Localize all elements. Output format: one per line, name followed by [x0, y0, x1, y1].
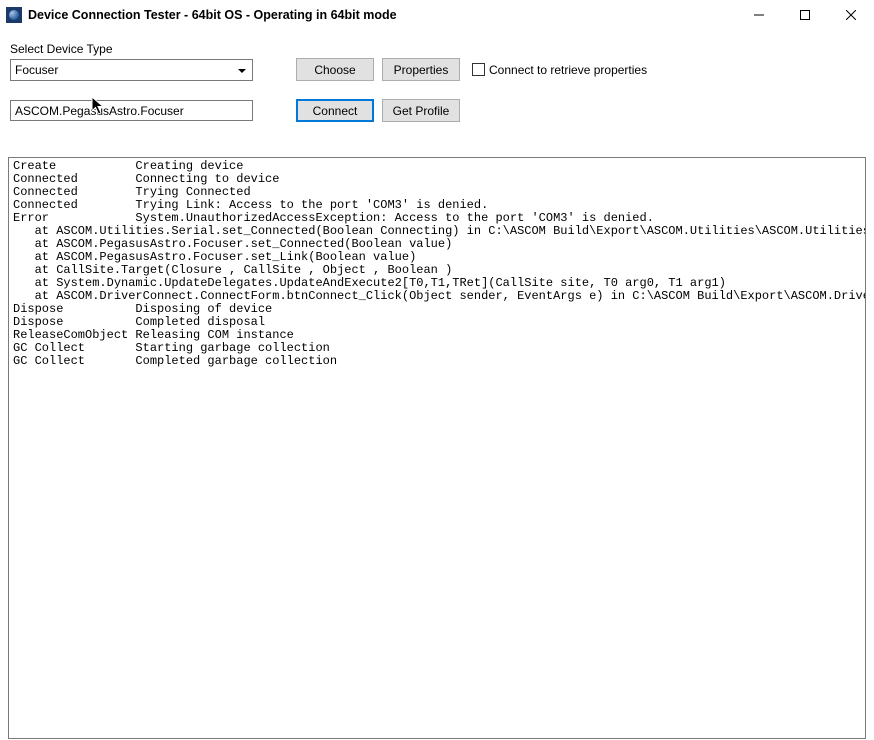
- app-icon: [6, 7, 22, 23]
- retrieve-checkbox-wrap[interactable]: Connect to retrieve properties: [472, 63, 647, 77]
- get-profile-button[interactable]: Get Profile: [382, 99, 460, 122]
- minimize-button[interactable]: [736, 0, 782, 30]
- maximize-button[interactable]: [782, 0, 828, 30]
- retrieve-checkbox[interactable]: [472, 63, 485, 76]
- window-controls: [736, 0, 874, 30]
- properties-button[interactable]: Properties: [382, 58, 460, 81]
- connect-button[interactable]: Connect: [296, 99, 374, 122]
- device-type-combobox[interactable]: Focuser: [10, 59, 253, 81]
- main-content: Select Device Type Focuser Choose Proper…: [0, 30, 874, 157]
- device-type-label: Select Device Type: [10, 42, 864, 56]
- device-type-value: Focuser: [15, 63, 58, 77]
- driver-id-value: ASCOM.PegasusAstro.Focuser: [15, 104, 184, 118]
- retrieve-checkbox-label: Connect to retrieve properties: [489, 63, 647, 77]
- choose-button[interactable]: Choose: [296, 58, 374, 81]
- device-type-row: Focuser Choose Properties Connect to ret…: [10, 58, 864, 81]
- driver-row: ASCOM.PegasusAstro.Focuser Connect Get P…: [10, 99, 864, 122]
- driver-id-textbox[interactable]: ASCOM.PegasusAstro.Focuser: [10, 100, 253, 121]
- titlebar: Device Connection Tester - 64bit OS - Op…: [0, 0, 874, 30]
- close-button[interactable]: [828, 0, 874, 30]
- log-output[interactable]: Create Creating device Connected Connect…: [8, 157, 866, 739]
- window-title: Device Connection Tester - 64bit OS - Op…: [28, 8, 736, 22]
